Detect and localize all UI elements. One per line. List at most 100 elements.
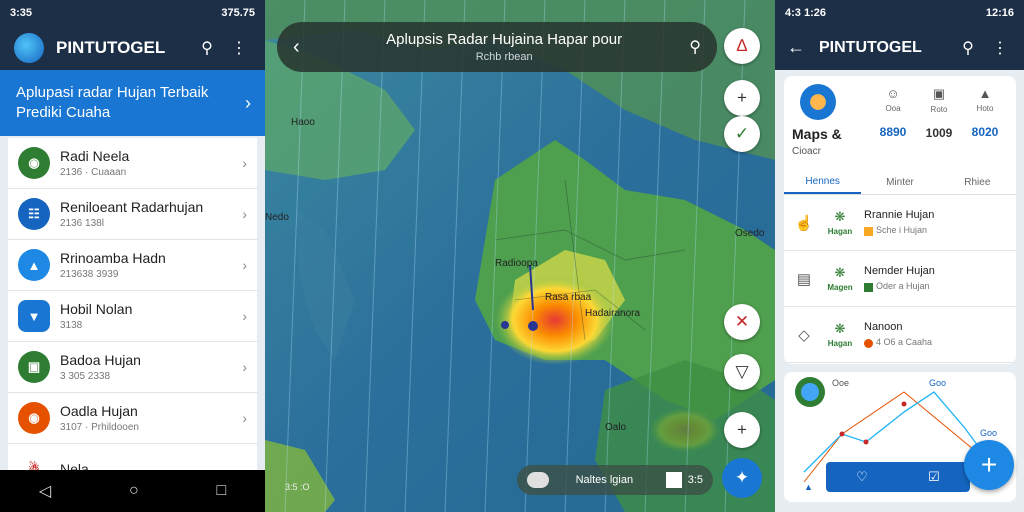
item-title: Hobil Nolan xyxy=(60,301,133,317)
stat-value: 8020 xyxy=(971,125,999,139)
zoom-in-button[interactable]: + xyxy=(724,80,760,116)
chart-value: Goo xyxy=(980,428,998,438)
search-icon[interactable]: ⚲ xyxy=(195,38,219,58)
item-sub: Oder a Hujan xyxy=(876,281,930,292)
list-item[interactable]: ☷ Reniloeant Radarhujan 2136 138l › xyxy=(8,189,257,240)
item-title: Nanoon xyxy=(864,321,903,334)
legend-toggle-icon[interactable] xyxy=(527,472,549,488)
list-item[interactable]: ▣ Badoa Hujan 3 305 2338 › xyxy=(8,342,257,393)
tab-rhiee[interactable]: Rhiee xyxy=(939,171,1016,194)
nav-recents-icon[interactable]: □ xyxy=(216,482,226,500)
chevron-right-icon: › xyxy=(242,410,247,426)
app-subtitle: Cioacr xyxy=(792,146,821,157)
list-item[interactable]: ◉ Oadla Hujan 3107 · Prhildooen › xyxy=(8,393,257,444)
clear-icon[interactable]: ✕ xyxy=(724,304,760,340)
nav-back-icon[interactable]: ◁ xyxy=(39,481,51,501)
radar-icon: ❋ xyxy=(834,265,846,280)
back-arrow-icon[interactable]: ← xyxy=(787,37,815,58)
right-phone-screen: 4:3 1:26 12:16 ← PINTUTOGEL ⚲ ⋮ Maps & C… xyxy=(775,0,1024,512)
item-title: Rrinoamba Hadn xyxy=(60,250,166,266)
filter-icon[interactable]: ▽ xyxy=(724,354,760,390)
search-bar[interactable]: ‹ Aplupsis Radar Hujaina Hapar pour Rchb… xyxy=(277,22,717,72)
list-item[interactable]: ◉ Radi Neela 2136 · Cuaaan › xyxy=(8,138,257,189)
radar-map[interactable] xyxy=(265,0,775,512)
map-coordinates: 3:5 :O xyxy=(285,482,310,492)
item-title: Nela xyxy=(60,461,89,470)
document-icon: ▤ xyxy=(796,270,812,288)
item-icon: ☃ xyxy=(18,453,50,470)
item-sub: 3138 xyxy=(60,320,83,331)
item-sub: 3 305 2338 xyxy=(60,371,111,382)
list-item[interactable]: ☝ ❋ Hagan Rrannie Hujan Sche i Hujan xyxy=(784,195,1016,251)
list-item[interactable]: ☃ Nela xyxy=(8,444,257,470)
chart-label: Ooe xyxy=(832,378,850,388)
item-tag: Hagan xyxy=(827,339,853,348)
stat-label: Hoto xyxy=(976,104,994,113)
back-arrow-icon[interactable]: ‹ xyxy=(293,36,319,59)
checkbox-icon[interactable]: ☑ xyxy=(928,469,940,485)
app-title: PINTUTOGEL xyxy=(819,38,922,56)
rating-icon: ☺ xyxy=(886,86,900,101)
search-icon[interactable]: ⚲ xyxy=(956,38,980,58)
search-icon[interactable]: ⚲ xyxy=(689,37,701,57)
status-bar: 3:35 375.75 xyxy=(0,0,265,25)
item-icon: ▣ xyxy=(18,351,50,383)
more-vert-icon[interactable]: ⋮ xyxy=(227,38,251,58)
touch-icon: ☝ xyxy=(794,214,814,232)
list-item[interactable]: ▤ ❋ Magen Nemder Hujan Oder a Hujan xyxy=(784,251,1016,307)
tab-minter[interactable]: Minter xyxy=(861,171,938,194)
chevron-right-icon: › xyxy=(242,155,247,171)
tools-icon[interactable]: ✦ xyxy=(722,458,762,498)
list-item[interactable]: ▼ Hobil Nolan 3138 › xyxy=(8,291,257,342)
chevron-right-icon: › xyxy=(242,257,247,273)
svg-text:▲: ▲ xyxy=(804,482,813,492)
add-button[interactable]: + xyxy=(724,412,760,448)
locate-icon[interactable]: ✓ xyxy=(724,116,760,152)
item-sub: Sche i Hujan xyxy=(876,225,928,236)
radar-map-screen: ‹ Aplupsis Radar Hujaina Hapar pour Rchb… xyxy=(265,0,775,512)
item-icon: ◉ xyxy=(18,402,50,434)
banner-title: Aplupasi radar Hujan Terbaik xyxy=(16,84,209,101)
radar-legend[interactable]: Naltes lgian 3:5 xyxy=(517,465,713,495)
app-logo xyxy=(14,32,44,63)
item-icon: ☷ xyxy=(18,198,50,230)
item-sub: 4 O6 a Caaha xyxy=(876,337,933,348)
banner[interactable]: Aplupasi radar Hujan Terbaik Prediki Cua… xyxy=(0,70,265,136)
item-sub: 2136 · Cuaaan xyxy=(60,167,127,178)
more-vert-icon[interactable]: ⋮ xyxy=(988,38,1012,58)
layers-icon[interactable]: ∆ xyxy=(724,28,760,64)
list-item[interactable]: ◇ ❋ Hagan Nanoon 4 O6 a Caaha xyxy=(784,307,1016,363)
item-tag: Magen xyxy=(827,283,853,292)
chart-value: Goo xyxy=(929,378,947,388)
status-time: 3:35 xyxy=(10,6,33,19)
item-title: Rrannie Hujan xyxy=(864,209,935,222)
item-title: Badoa Hujan xyxy=(60,352,141,368)
status-right: 375.75 xyxy=(221,6,255,19)
nav-bar: ◁ ○ □ xyxy=(0,470,265,512)
item-title: Oadla Hujan xyxy=(60,403,138,419)
tab-home[interactable]: Hennes xyxy=(784,171,862,194)
map-label: Haoo xyxy=(291,117,315,128)
item-title: Nemder Hujan xyxy=(864,265,935,278)
app-bar: PINTUTOGEL ⚲ ⋮ xyxy=(0,25,265,70)
item-title: Radi Neela xyxy=(60,148,130,164)
banner-subtitle: Prediki Cuaha xyxy=(16,104,111,121)
list-item[interactable]: ▲ Rrinoamba Hadn 213638 3939 › xyxy=(8,240,257,291)
add-fab[interactable]: + xyxy=(964,440,1014,490)
nav-home-icon[interactable]: ○ xyxy=(129,482,139,500)
stat-value: 8890 xyxy=(879,125,907,139)
item-sub: 213638 3939 xyxy=(60,269,119,280)
chevron-right-icon: › xyxy=(242,359,247,375)
map-subtitle: Rchb rbean xyxy=(475,51,533,63)
map-label: Rasa rbaa xyxy=(545,292,592,303)
item-icon: ▼ xyxy=(18,300,50,332)
heart-icon[interactable]: ♡ xyxy=(856,469,868,485)
item-icon: ▲ xyxy=(18,249,50,281)
map-label: Osedo xyxy=(735,228,765,239)
status-right: 12:16 xyxy=(985,6,1014,19)
stat-value: 1009 xyxy=(925,126,953,140)
stats: ☺ Ooa 8890 ▣ Roto 1009 ▲ Hoto 8020 xyxy=(870,84,1008,171)
chevron-right-icon: › xyxy=(242,206,247,222)
stat: ▲ Hoto 8020 xyxy=(962,86,1008,171)
app-title: PINTUTOGEL xyxy=(56,37,166,57)
